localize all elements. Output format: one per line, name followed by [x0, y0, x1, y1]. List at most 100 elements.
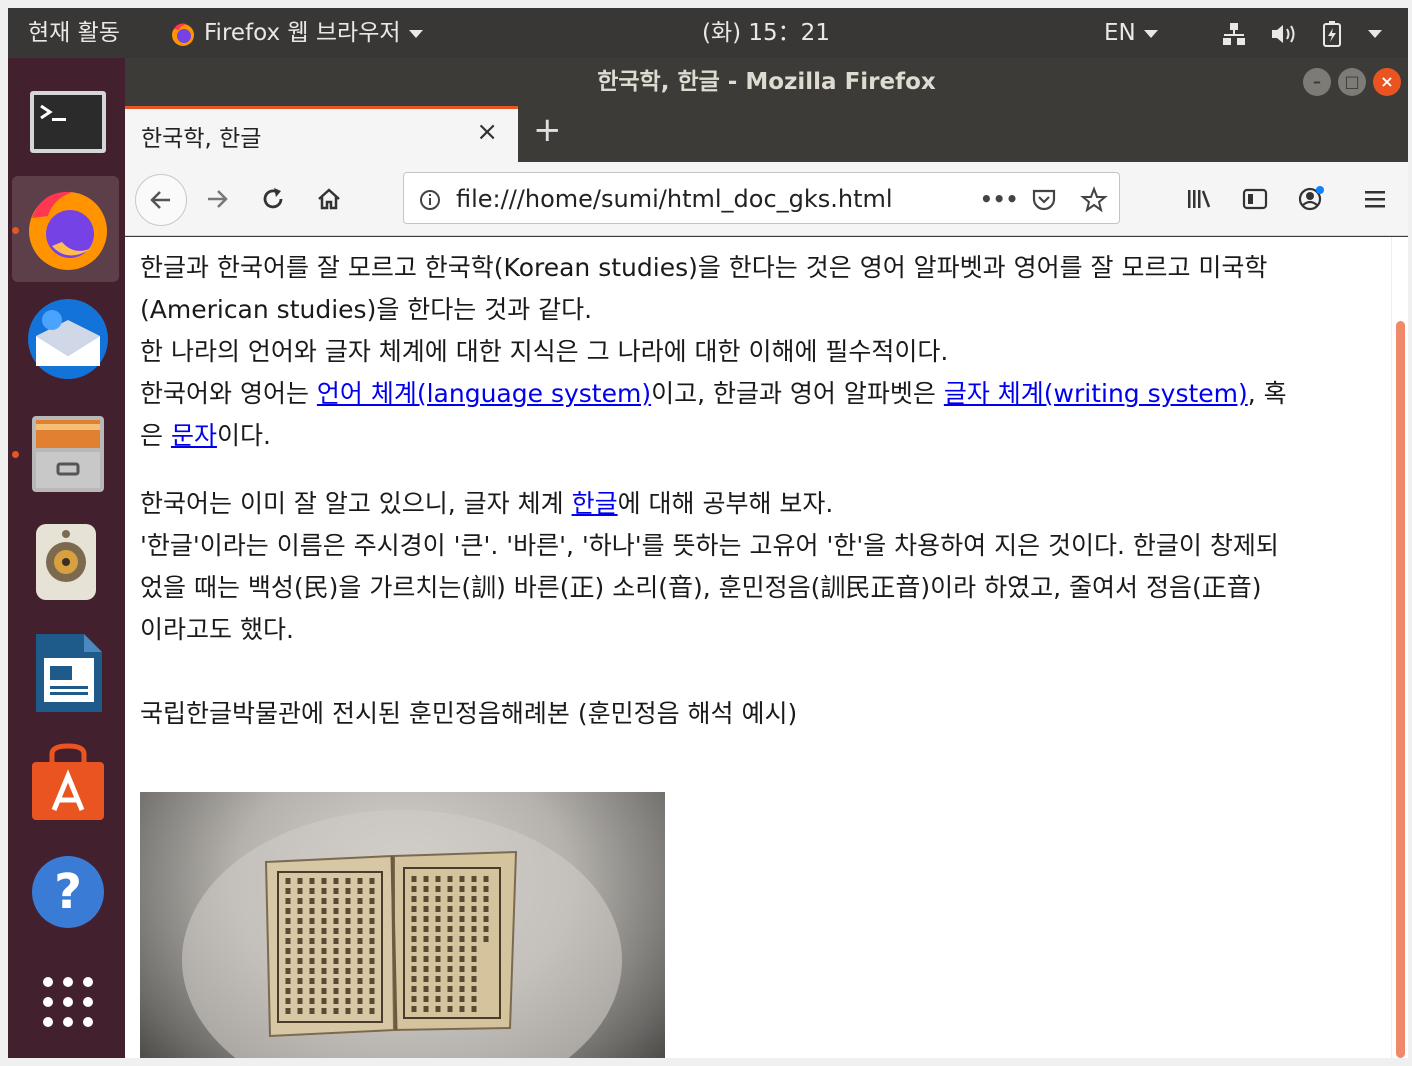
- hamburger-menu-icon: [1365, 191, 1385, 208]
- dock-terminal[interactable]: [12, 66, 119, 172]
- link-writing-system[interactable]: 글자 체계(writing system): [944, 379, 1248, 408]
- forward-button[interactable]: [195, 176, 239, 220]
- terminal-icon: [30, 91, 106, 153]
- paragraph-line: 이라고도 했다.: [140, 615, 294, 644]
- firefox-window: 한국학, 한글 - Mozilla Firefox – □ × 한국학, 한글 …: [125, 58, 1408, 1058]
- navigation-toolbar: file:///home/sumi/html_doc_gks.html •••: [125, 162, 1408, 236]
- paragraph-line: (American studies)을 한다는 것과 같다.: [140, 295, 593, 324]
- book-illustration: [182, 810, 622, 1058]
- dock-rhythmbox[interactable]: [12, 506, 119, 612]
- help-icon: ?: [32, 856, 104, 928]
- menu-button[interactable]: [1353, 176, 1397, 220]
- sidebar-button[interactable]: [1233, 176, 1277, 220]
- battery-icon: [1322, 20, 1341, 47]
- window-title: 한국학, 한글 - Mozilla Firefox: [597, 69, 936, 95]
- new-tab-button[interactable]: +: [533, 110, 562, 150]
- page-content: 한글과 한국어를 잘 모르고 한국학(Korean studies)을 한다는 …: [125, 237, 1391, 1058]
- tab-close-button[interactable]: ×: [476, 117, 498, 147]
- dock-show-apps[interactable]: [12, 946, 119, 1052]
- dock-libreoffice[interactable]: [12, 616, 119, 722]
- chevron-down-icon: [408, 29, 423, 38]
- close-window-button[interactable]: ×: [1373, 68, 1401, 96]
- close-icon: ×: [1380, 72, 1394, 91]
- system-menu[interactable]: [1220, 8, 1382, 58]
- running-indicator: [12, 227, 19, 234]
- library-icon: [1188, 190, 1211, 208]
- text-span: 이다.: [216, 421, 271, 450]
- chevron-down-icon: [1143, 29, 1158, 38]
- document-body: 한글과 한국어를 잘 모르고 한국학(Korean studies)을 한다는 …: [140, 247, 1380, 735]
- tab-korean-studies[interactable]: 한국학, 한글 ×: [125, 106, 518, 162]
- activities-button[interactable]: 현재 활동: [28, 8, 120, 58]
- bookmark-star-icon[interactable]: [1080, 173, 1108, 225]
- files-icon: [32, 416, 104, 492]
- page-actions-button[interactable]: •••: [980, 173, 1018, 225]
- language-label: EN: [1104, 20, 1136, 46]
- libreoffice-impress-icon: [36, 634, 102, 712]
- text-span: 한국어와 영어는: [140, 379, 317, 408]
- reload-button[interactable]: [251, 176, 295, 220]
- paragraph-line: '한글'이라는 이름은 주시경이 '큰'. '바른', '하나'를 뜻하는 고유…: [140, 531, 1279, 560]
- scrollbar-thumb[interactable]: [1396, 321, 1405, 1058]
- reload-icon: [263, 188, 283, 209]
- minimize-icon: –: [1313, 72, 1321, 91]
- app-menu[interactable]: Firefox 웹 브라우저: [170, 8, 423, 58]
- home-icon: [318, 188, 340, 210]
- rhythmbox-icon: [36, 524, 96, 600]
- paragraph-line: 은 문자이다.: [140, 415, 1380, 457]
- show-apps-icon: [43, 977, 93, 1027]
- maximize-button[interactable]: □: [1338, 68, 1366, 96]
- url-text[interactable]: file:///home/sumi/html_doc_gks.html: [456, 173, 893, 225]
- top-panel: 현재 활동 Firefox 웹 브라우저 (화) 15：21 EN: [8, 8, 1408, 58]
- running-indicator: [12, 451, 19, 458]
- url-bar[interactable]: file:///home/sumi/html_doc_gks.html •••: [403, 172, 1120, 224]
- hunminjeongeum-photo: [140, 792, 665, 1058]
- image-caption: 국립한글박물관에 전시된 훈민정음해례본 (훈민정음 해석 예시): [140, 699, 798, 728]
- back-arrow-icon: [150, 191, 170, 209]
- maximize-icon: □: [1344, 72, 1360, 91]
- clock[interactable]: (화) 15：21: [702, 8, 830, 58]
- tab-strip: 한국학, 한글 × +: [125, 106, 1408, 162]
- paragraph-line: 었을 때는 백성(民)을 가르치는(訓) 바른(正) 소리(音), 훈민정음(訓…: [140, 573, 1262, 602]
- text-span: 한국어는 이미 잘 알고 있으니, 글자 체계: [140, 489, 572, 518]
- info-icon[interactable]: [418, 173, 442, 225]
- text-span: , 혹: [1247, 379, 1287, 408]
- software-center-icon: [32, 743, 104, 820]
- library-button[interactable]: [1177, 176, 1221, 220]
- dock-files[interactable]: [12, 396, 119, 502]
- pocket-icon[interactable]: [1030, 173, 1058, 225]
- thunderbird-icon: [28, 299, 108, 379]
- text-span: 에 대해 공부해 보자.: [617, 489, 834, 518]
- tab-title: 한국학, 한글: [141, 126, 262, 152]
- link-language-system[interactable]: 언어 체계(language system): [317, 379, 651, 408]
- dock-thunderbird[interactable]: [12, 286, 119, 392]
- account-icon: [1298, 186, 1324, 211]
- dock-software[interactable]: [12, 726, 119, 832]
- link-hangul[interactable]: 한글: [572, 489, 618, 518]
- app-menu-label: Firefox 웹 브라우저: [204, 20, 401, 46]
- text-span: 이고, 한글과 영어 알파벳은: [651, 379, 944, 408]
- network-icon: [1223, 22, 1245, 45]
- dock-help[interactable]: ?: [12, 836, 119, 942]
- paragraph-line: 한국어는 이미 잘 알고 있으니, 글자 체계 한글에 대해 공부해 보자.: [140, 483, 1380, 525]
- minimize-button[interactable]: –: [1303, 68, 1331, 96]
- sidebar-icon: [1242, 188, 1268, 210]
- forward-arrow-icon: [208, 190, 228, 208]
- firefox-icon: [29, 191, 107, 270]
- language-indicator[interactable]: EN: [1104, 8, 1158, 58]
- firefox-icon: [172, 23, 194, 46]
- svg-text:?: ?: [54, 864, 82, 920]
- text-span: 은: [140, 421, 171, 450]
- vertical-scrollbar[interactable]: [1391, 237, 1408, 1058]
- volume-icon: [1272, 24, 1295, 43]
- paragraph-line: 한글과 한국어를 잘 모르고 한국학(Korean studies)을 한다는 …: [140, 253, 1268, 282]
- paragraph-line: 한국어와 영어는 언어 체계(language system)이고, 한글과 영…: [140, 373, 1380, 415]
- back-button[interactable]: [135, 174, 187, 226]
- link-script[interactable]: 문자: [171, 421, 217, 450]
- chevron-down-icon: [1367, 29, 1382, 38]
- dock-firefox[interactable]: [12, 176, 119, 282]
- home-button[interactable]: [307, 176, 351, 220]
- account-button[interactable]: [1289, 176, 1333, 220]
- dock: ?: [8, 58, 125, 1058]
